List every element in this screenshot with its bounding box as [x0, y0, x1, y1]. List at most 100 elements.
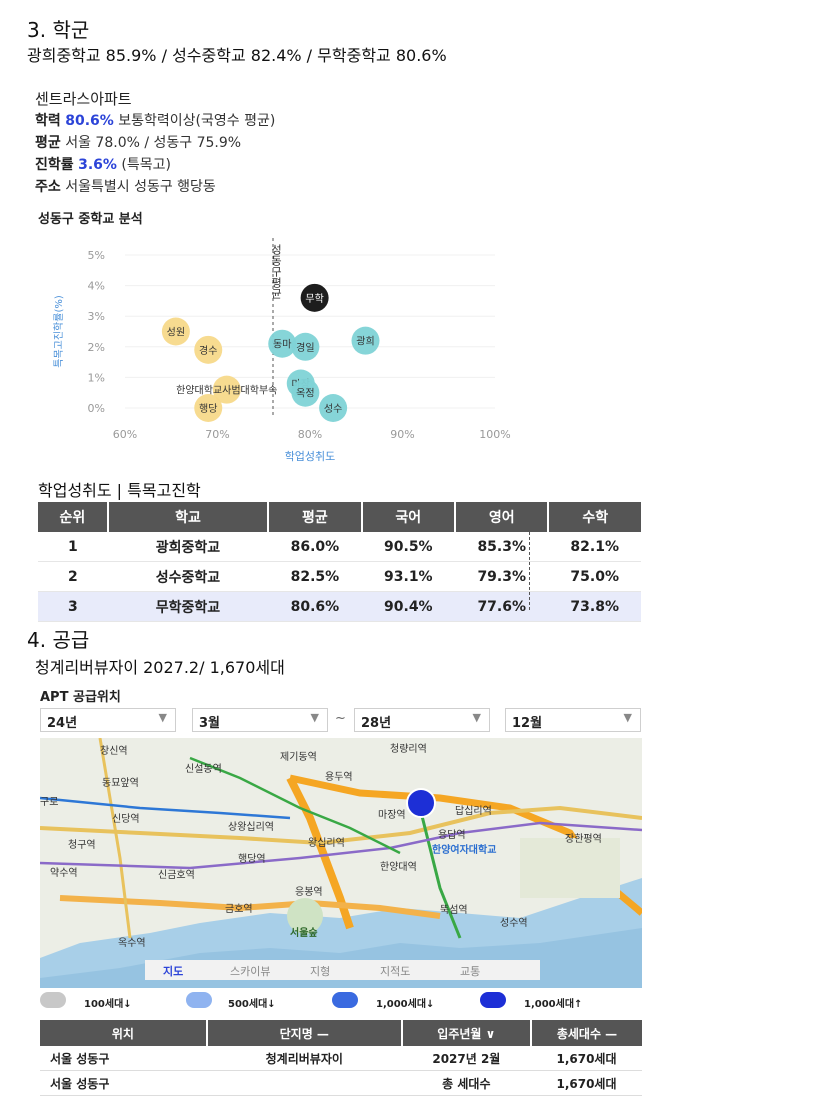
cell: 82.1%: [548, 532, 641, 562]
header-complex[interactable]: 단지명 —: [206, 1020, 403, 1046]
advance-desc: (특목고): [121, 157, 171, 173]
legend-label: 1,000세대↓: [376, 999, 435, 1010]
cell: 광희중학교: [107, 532, 269, 562]
chevron-down-icon: ▼: [623, 711, 632, 724]
end-year-value: 28년: [361, 716, 392, 731]
cell: 77.6%: [455, 591, 549, 622]
map-place-label: 용두역: [325, 772, 353, 783]
data-point-label: 무학: [305, 293, 323, 305]
cell: 90.5%: [361, 532, 456, 562]
legend-marker-icon: [332, 992, 358, 1008]
data-point-label: 옥정: [296, 388, 314, 400]
chart-points: 성원경수한양대학교사범대학부속행당동마경일광희마장옥정성수무학: [161, 283, 380, 422]
chart-title: 성동구 중학교 분석: [38, 212, 143, 227]
header-school: 학교: [107, 502, 270, 532]
ranking-table: 순위 학교 평균 국어 영어 수학 1 광희중학교 86.0% 90.5% 85…: [38, 502, 641, 622]
y-axis-label: 특목고진학률(%): [53, 295, 65, 368]
data-point-label: 광희: [356, 336, 374, 348]
map-place-label: 옥수역: [118, 938, 146, 949]
x-tick-label: 100%: [479, 428, 510, 441]
x-tick-label: 60%: [113, 428, 137, 441]
chevron-down-icon: ▼: [472, 711, 481, 724]
ranking-title: 학업성취도 | 특목고진학: [38, 481, 201, 500]
map-tab-traffic[interactable]: 교통: [460, 963, 480, 979]
map-place-label: 행당역: [238, 854, 266, 865]
data-point-label: 성원: [167, 327, 185, 339]
table-row: 서울 성동구 총 세대수 1,670세대: [40, 1070, 642, 1096]
map-tab-bar: 지도 스카이뷰 지형 지적도 교통: [145, 960, 540, 980]
data-point-label: 한양대학교사범대학부속: [176, 385, 277, 397]
academic-desc: 보통학력이상(국영수 평균): [118, 113, 276, 129]
legend-label: 500세대↓: [228, 999, 276, 1010]
academic-row: 학력 80.6% 보통학력이상(국영수 평균): [35, 110, 455, 132]
start-month-select[interactable]: 3월 ▼: [192, 708, 328, 732]
map-place-label: 서울숲: [290, 928, 318, 939]
address-row: 주소 서울특별시 성동구 행당동: [35, 176, 455, 198]
map-tab-map[interactable]: 지도: [163, 963, 183, 979]
map-place-label: 한양대역: [380, 862, 417, 873]
cell: 성수중학교: [107, 561, 269, 592]
map-place-label: 마장역: [378, 810, 406, 821]
header-move-in[interactable]: 입주년월 ∨: [401, 1020, 533, 1046]
cell: 75.0%: [548, 561, 641, 592]
map-labels: 창신역 신설동역 제기동역 청량리역 용두역 동묘앞역 구로 신당역 상왕십리역…: [40, 738, 642, 988]
cell: 73.8%: [548, 591, 641, 622]
cell: 82.5%: [268, 561, 362, 592]
map-place-label: 동묘앞역: [102, 778, 139, 789]
map-place-label: 답십리역: [455, 806, 492, 817]
y-tick-label: 1%: [88, 371, 105, 384]
x-tick-label: 90%: [390, 428, 414, 441]
apartment-marker-icon[interactable]: [406, 788, 436, 818]
supply-map[interactable]: 창신역 신설동역 제기동역 청량리역 용두역 동묘앞역 구로 신당역 상왕십리역…: [40, 738, 642, 988]
supply-summary: 청계리버뷰자이 2027.2/ 1,670세대: [35, 658, 285, 677]
cell: 1,670세대: [531, 1046, 642, 1071]
y-tick-label: 4%: [88, 280, 105, 293]
map-place-label: 신당역: [112, 814, 140, 825]
header-location: 위치: [40, 1020, 208, 1046]
table-row: 서울 성동구 청계리버뷰자이 2027년 2월 1,670세대: [40, 1046, 642, 1071]
cell: 총 세대수: [401, 1070, 531, 1096]
map-place-label: 금호역: [225, 904, 253, 915]
cell: 3: [38, 591, 108, 622]
table-row: 1 광희중학교 86.0% 90.5% 85.3% 82.1%: [38, 532, 641, 562]
map-place-label: 상왕십리역: [228, 822, 274, 833]
y-tick-label: 5%: [88, 249, 105, 262]
cell: 서울 성동구: [40, 1070, 207, 1096]
cell: 85.3%: [455, 532, 549, 562]
start-year-value: 24년: [47, 716, 78, 731]
cell: 2027년 2월: [401, 1046, 531, 1071]
average-value: 서울 78.0% / 성동구 75.9%: [65, 135, 242, 151]
map-place-label: 제기동역: [280, 752, 317, 763]
end-year-select[interactable]: 28년 ▼: [354, 708, 490, 732]
header-households[interactable]: 총세대수 —: [531, 1020, 642, 1046]
map-place-label: 구로: [40, 797, 59, 808]
apartment-info: 센트라스아파트 학력 80.6% 보통학력이상(국영수 평균) 평균 서울 78…: [35, 88, 455, 198]
map-place-label: 청구역: [68, 840, 96, 851]
x-tick-label: 70%: [205, 428, 229, 441]
supply-legend: 100세대↓ 500세대↓ 1,000세대↓ 1,000세대↑: [40, 992, 642, 1012]
legend-label: 1,000세대↑: [524, 999, 583, 1010]
supply-table: 위치 단지명 — 입주년월 ∨ 총세대수 — 서울 성동구 청계리버뷰자이 20…: [40, 1020, 642, 1096]
cell: 86.0%: [268, 532, 362, 562]
map-place-label: 응봉역: [295, 887, 323, 898]
cell: 1,670세대: [531, 1070, 642, 1096]
address-value: 서울특별시 성동구 행당동: [65, 179, 216, 195]
start-year-select[interactable]: 24년 ▼: [40, 708, 176, 732]
map-place-label: 청량리역: [390, 744, 427, 755]
x-axis-label: 학업성취도: [285, 450, 336, 463]
legend-marker-icon: [186, 992, 212, 1008]
cell: 2: [38, 561, 108, 592]
chevron-down-icon: ▼: [158, 711, 167, 724]
map-tab-skyview[interactable]: 스카이뷰: [230, 963, 270, 979]
range-separator: ~: [335, 711, 346, 726]
ranking-reference-line: [529, 502, 530, 610]
x-tick-label: 80%: [298, 428, 322, 441]
cell: 79.3%: [455, 561, 549, 592]
map-place-label: 약수역: [50, 868, 78, 879]
end-month-select[interactable]: 12월 ▼: [505, 708, 641, 732]
cell: 무학중학교: [107, 591, 269, 622]
header-math: 수학: [548, 502, 641, 532]
supply-map-title: APT 공급위치: [40, 690, 121, 705]
map-tab-terrain[interactable]: 지형: [310, 963, 330, 979]
map-tab-cadastral[interactable]: 지적도: [380, 963, 410, 979]
